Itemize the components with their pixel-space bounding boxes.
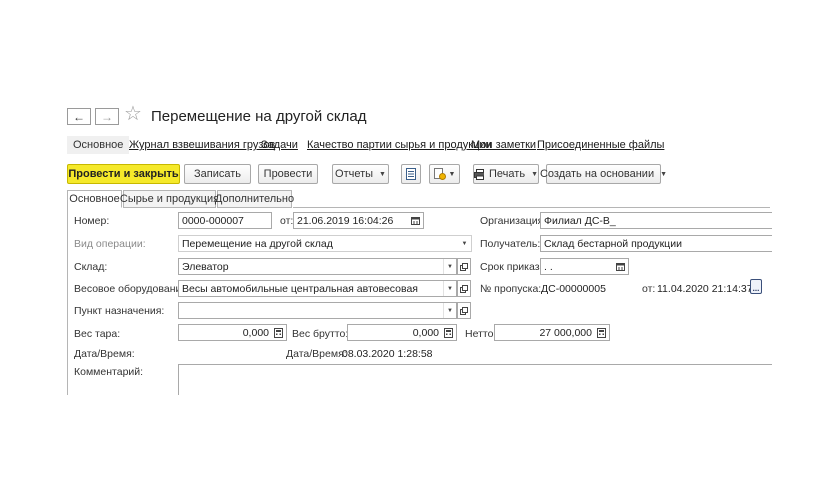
gross-weight-label: Вес брутто: — [292, 328, 349, 340]
comment-field[interactable] — [178, 364, 772, 395]
post-button[interactable]: Провести — [258, 164, 318, 184]
tare-weight-label: Вес тара: — [74, 328, 121, 340]
organization-label: Организация: — [480, 215, 547, 227]
forward-arrow-icon: → — [101, 109, 113, 124]
nav-link-weighing-journal[interactable]: Журнал взвешивания грузов — [129, 139, 275, 151]
warehouse-label: Склад: — [74, 261, 108, 273]
save-button[interactable]: Записать — [184, 164, 251, 184]
list-button[interactable] — [401, 164, 421, 184]
operation-type-field[interactable]: Перемещение на другой склад ▼ — [178, 235, 472, 252]
dropdown-caret-icon: ▼ — [531, 170, 538, 178]
document-structure-icon — [433, 168, 446, 180]
back-button[interactable]: ← — [67, 108, 91, 125]
tab-main[interactable]: Основное — [67, 190, 122, 208]
open-icon — [460, 306, 468, 315]
tare-weight-value: 0,000 — [242, 326, 269, 339]
pass-number-label: № пропуска: — [480, 283, 542, 295]
destination-field[interactable]: ▼ — [178, 302, 457, 319]
calendar-icon[interactable] — [409, 214, 422, 227]
calculator-icon[interactable] — [272, 326, 285, 339]
nav-link-notes[interactable]: Мои заметки — [471, 139, 536, 151]
net-weight-value: 27 000,000 — [539, 326, 592, 339]
structure-button[interactable]: ▼ — [429, 164, 460, 184]
reports-button[interactable]: Отчеты ▼ — [332, 164, 389, 184]
dropdown-caret-icon: ▼ — [379, 170, 386, 178]
date-from-label: от: — [280, 215, 294, 227]
open-scales-button[interactable] — [457, 280, 471, 297]
open-icon — [460, 262, 468, 271]
print-label: Печать — [489, 168, 526, 180]
tare-weight-field[interactable]: 0,000 — [178, 324, 287, 341]
gross-weight-field[interactable]: 0,000 — [347, 324, 457, 341]
date-from-value: 21.06.2019 16:04:26 — [297, 214, 394, 227]
reports-label: Отчеты — [335, 168, 374, 180]
calculator-icon[interactable] — [442, 326, 455, 339]
recipient-field[interactable]: Склад бестарной продукции — [540, 235, 772, 252]
comment-label: Комментарий: — [74, 366, 144, 378]
create-based-label: Создать на основании — [539, 168, 655, 180]
printer-icon — [474, 168, 485, 180]
operation-type-label: Вид операции: — [74, 238, 146, 250]
net-weight-field[interactable]: 27 000,000 — [494, 324, 610, 341]
number-field[interactable]: 0000-000007 — [178, 212, 272, 229]
select-pass-icon[interactable]: ... — [750, 279, 762, 294]
dropdown-arrow-icon[interactable]: ▼ — [443, 259, 456, 274]
calendar-icon[interactable] — [614, 260, 627, 273]
dropdown-caret-icon: ▼ — [660, 170, 668, 178]
open-icon — [460, 284, 468, 293]
pass-date-label: от: — [642, 283, 656, 295]
window-title: Перемещение на другой склад — [151, 108, 367, 125]
warehouse-field[interactable]: Элеватор ▼ — [178, 258, 457, 275]
pass-number-value: ДС-00000005 — [541, 283, 606, 295]
open-destination-button[interactable] — [457, 302, 471, 319]
recipient-label: Получатель: — [480, 238, 541, 250]
dropdown-arrow-icon[interactable]: ▼ — [458, 236, 471, 251]
datetime-label-secondary: Дата/Время: — [286, 348, 347, 360]
operation-type-value: Перемещение на другой склад — [182, 237, 333, 250]
pass-date-value: 11.04.2020 21:14:37 — [657, 283, 753, 295]
tab-additional[interactable]: Дополнительно — [215, 190, 294, 208]
calculator-icon[interactable] — [595, 326, 608, 339]
nav-link-attached-files[interactable]: Присоединенные файлы — [537, 139, 664, 151]
tab-divider — [293, 207, 770, 208]
dropdown-arrow-icon[interactable]: ▼ — [443, 281, 456, 296]
scales-field[interactable]: Весы автомобильные центральная автовесов… — [178, 280, 457, 297]
scales-value: Весы автомобильные центральная автовесов… — [182, 282, 418, 295]
dropdown-caret-icon: ▼ — [448, 170, 456, 178]
date-from-field[interactable]: 21.06.2019 16:04:26 — [293, 212, 424, 229]
back-arrow-icon: ← — [73, 109, 85, 124]
nav-link-tasks[interactable]: Задачи — [261, 139, 298, 151]
gross-weight-value: 0,000 — [412, 326, 439, 339]
order-term-label: Срок приказа: — [480, 261, 549, 273]
order-term-value: . . — [544, 260, 553, 273]
number-label: Номер: — [74, 215, 110, 227]
print-button[interactable]: Печать ▼ — [473, 164, 539, 184]
forward-button[interactable]: → — [95, 108, 119, 125]
net-weight-label: Нетто: — [465, 328, 497, 340]
nav-link-quality[interactable]: Качество партии сырья и продукции — [307, 139, 492, 151]
nav-link-main[interactable]: Основное — [67, 136, 130, 154]
organization-field[interactable]: Филиал ДС-В_ — [540, 212, 772, 229]
order-term-field[interactable]: . . — [540, 258, 629, 275]
document-list-icon — [406, 168, 416, 180]
datetime-value: 08.03.2020 1:28:58 — [342, 348, 433, 360]
create-based-on-button[interactable]: Создать на основании ▼ — [540, 164, 667, 184]
post-and-close-button[interactable]: Провести и закрыть — [67, 164, 180, 184]
open-warehouse-button[interactable] — [457, 258, 471, 275]
dropdown-arrow-icon[interactable]: ▼ — [443, 303, 456, 318]
scales-label: Весовое оборудование: — [74, 283, 191, 295]
favorite-star-icon[interactable]: ☆ — [124, 104, 142, 124]
datetime-label: Дата/Время: — [74, 348, 135, 360]
warehouse-value: Элеватор — [182, 260, 229, 273]
form-left-border — [67, 207, 68, 395]
destination-label: Пункт назначения: — [74, 305, 165, 317]
tab-raw-materials[interactable]: Сырье и продукция — [120, 190, 219, 208]
